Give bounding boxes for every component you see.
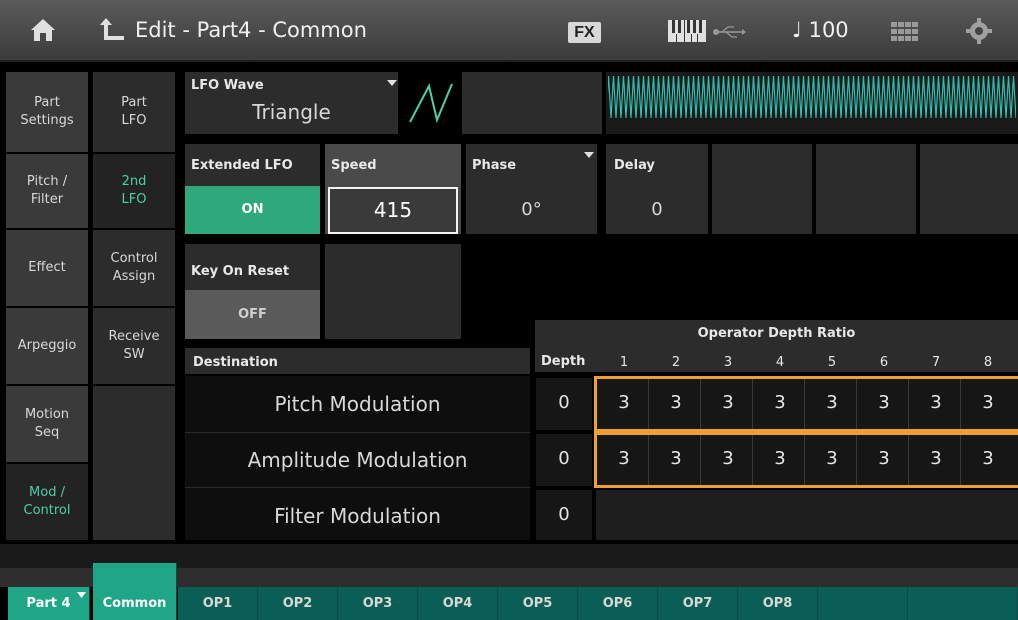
amplitude-ratio-op2[interactable]: 3 [652, 448, 700, 469]
extended-lfo-panel: Extended LFO ON [185, 144, 320, 234]
tempo-display[interactable]: ♩ 100 [792, 18, 849, 42]
key-on-reset-label: Key On Reset [191, 264, 290, 279]
pitch-ratio-op5[interactable]: 3 [808, 392, 856, 413]
empty-panel [325, 244, 461, 339]
op-number-6: 6 [879, 355, 889, 370]
amplitude-ratio-op7[interactable]: 3 [912, 448, 960, 469]
tab-op1[interactable]: OP1 [178, 587, 258, 620]
amplitude-ratio-op6[interactable]: 3 [860, 448, 908, 469]
keyboard-icon[interactable] [668, 20, 706, 42]
dropdown-arrow-icon [584, 152, 594, 158]
fx-badge[interactable]: FX [568, 22, 601, 43]
pitch-ratio-op2[interactable]: 3 [652, 392, 700, 413]
gear-icon[interactable] [966, 18, 992, 44]
tab-op6[interactable]: OP6 [578, 587, 658, 620]
delay-value: 0 [651, 199, 663, 220]
op-number-2: 2 [671, 355, 681, 370]
pitch-ratio-op6[interactable]: 3 [860, 392, 908, 413]
speed-label: Speed [331, 158, 377, 173]
tab-empty [908, 587, 1018, 620]
triangle-wave-icon [402, 72, 460, 134]
delay-panel[interactable]: Delay 0 [606, 144, 708, 234]
pitch-ratio-op4[interactable]: 3 [756, 392, 804, 413]
op-number-3: 3 [723, 355, 733, 370]
destination-row-amplitude[interactable]: Amplitude Modulation [185, 448, 530, 472]
depth-value-amplitude[interactable]: 0 [536, 448, 592, 469]
filter-ratio-empty [596, 490, 1018, 540]
speed-panel[interactable]: Speed 415 [325, 144, 461, 234]
dropdown-arrow-icon [387, 80, 397, 86]
waveform-display [606, 72, 1018, 134]
phase-value: 0° [521, 199, 542, 220]
tab-arpeggio[interactable]: Arpeggio [6, 308, 88, 384]
tab-op4[interactable]: OP4 [418, 587, 498, 620]
pitch-ratio-op8[interactable]: 3 [964, 392, 1012, 413]
amplitude-ratio-op5[interactable]: 3 [808, 448, 856, 469]
home-icon[interactable] [30, 18, 56, 42]
extended-lfo-label: Extended LFO [191, 158, 293, 173]
depth-value-pitch[interactable]: 0 [536, 392, 592, 413]
depth-header: Depth [541, 354, 586, 369]
tab-control-assign[interactable]: Control Assign [93, 230, 175, 306]
phase-panel[interactable]: Phase 0° [466, 144, 597, 234]
tab-op7[interactable]: OP7 [658, 587, 738, 620]
pitch-ratio-op1[interactable]: 3 [600, 392, 648, 413]
speed-value[interactable]: 415 [328, 187, 458, 234]
usb-icon [713, 26, 746, 38]
tab-empty [818, 587, 908, 620]
grid-icon[interactable] [891, 22, 919, 42]
destination-row-filter[interactable]: Filter Modulation [185, 504, 530, 528]
tab-mod-control[interactable]: Mod / Control [6, 464, 88, 540]
back-arrow-icon[interactable] [100, 16, 126, 42]
tab-op8[interactable]: OP8 [738, 587, 818, 620]
lfo-wave-selector[interactable]: LFO Wave Triangle [185, 72, 398, 134]
amplitude-ratio-op3[interactable]: 3 [704, 448, 752, 469]
extended-lfo-toggle[interactable]: ON [185, 186, 320, 234]
empty-panel [816, 144, 916, 234]
empty-panel [920, 144, 1018, 234]
tab-effect[interactable]: Effect [6, 230, 88, 306]
empty-panel [462, 72, 602, 134]
op-number-4: 4 [775, 355, 785, 370]
pitch-ratio-op7[interactable]: 3 [912, 392, 960, 413]
destination-label: Destination [193, 355, 278, 370]
tab-part-lfo[interactable]: Part LFO [93, 72, 175, 152]
tab-2nd-lfo[interactable]: 2nd LFO [93, 154, 175, 228]
dropdown-arrow-icon [77, 592, 86, 598]
tab-op5[interactable]: OP5 [498, 587, 578, 620]
key-on-reset-panel: Key On Reset OFF [185, 244, 320, 339]
tab-part-settings[interactable]: Part Settings [6, 72, 88, 152]
lfo-wave-label: LFO Wave [191, 78, 264, 93]
operator-depth-ratio-title: Operator Depth Ratio [697, 326, 856, 341]
op-number-1: 1 [619, 355, 629, 370]
tab-common[interactable]: Common [93, 563, 177, 620]
tab-op2[interactable]: OP2 [258, 587, 338, 620]
tab-op3[interactable]: OP3 [338, 587, 418, 620]
tab-empty [93, 386, 175, 540]
tab-pitch-filter[interactable]: Pitch / Filter [6, 154, 88, 228]
phase-label: Phase [472, 158, 517, 173]
destination-header: Destination [185, 348, 530, 374]
op-number-5: 5 [827, 355, 837, 370]
depth-value-filter[interactable]: 0 [536, 504, 592, 525]
lfo-wave-value: Triangle [252, 100, 331, 124]
delay-label: Delay [614, 158, 655, 173]
tab-motion-seq[interactable]: Motion Seq [6, 386, 88, 462]
pitch-ratio-op3[interactable]: 3 [704, 392, 752, 413]
amplitude-ratio-op8[interactable]: 3 [964, 448, 1012, 469]
amplitude-ratio-op1[interactable]: 3 [600, 448, 648, 469]
page-title: Edit - Part4 - Common [135, 18, 367, 42]
empty-panel [712, 144, 812, 234]
amplitude-ratio-op4[interactable]: 3 [756, 448, 804, 469]
op-number-7: 7 [931, 355, 941, 370]
tab-receive-sw[interactable]: Receive SW [93, 308, 175, 384]
top-bar: Edit - Part4 - Common FX ♩ 100 [0, 0, 1018, 62]
key-on-reset-toggle[interactable]: OFF [185, 290, 320, 339]
destination-row-pitch[interactable]: Pitch Modulation [185, 392, 530, 416]
op-number-8: 8 [983, 355, 993, 370]
